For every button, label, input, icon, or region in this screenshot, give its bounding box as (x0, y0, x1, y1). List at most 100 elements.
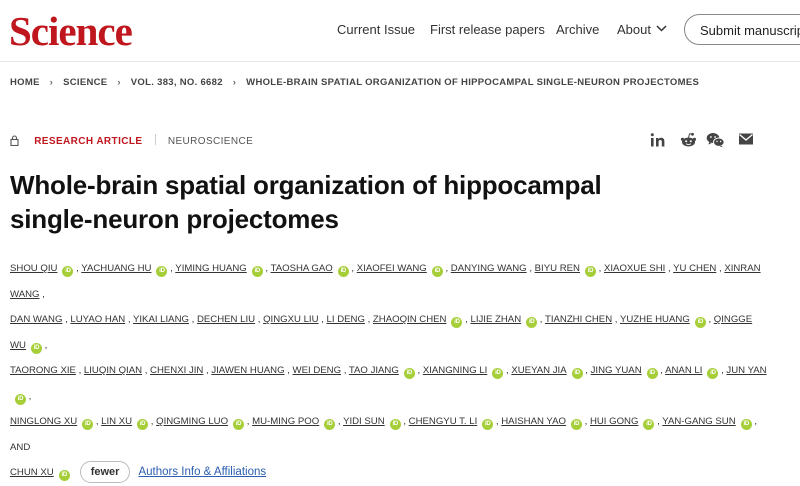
orcid-icon[interactable]: iD (389, 419, 401, 430)
author-name[interactable]: YUZHE HUANG (620, 314, 690, 325)
nav-archive[interactable]: Archive (556, 22, 599, 37)
comma-separator: , (39, 288, 45, 300)
comma-separator: , (348, 263, 357, 274)
author-name[interactable]: LIUQIN QIAN (84, 365, 142, 376)
orcid-icon[interactable]: iD (233, 419, 245, 430)
email-icon[interactable] (738, 132, 754, 146)
chevron-right-icon: › (117, 77, 121, 88)
subject-label[interactable]: NEUROSCIENCE (168, 136, 253, 147)
comma-separator: , (125, 314, 133, 325)
author-name[interactable]: NINGLONG XU (10, 416, 77, 427)
breadcrumb-home[interactable]: HOME (10, 77, 40, 88)
orcid-icon[interactable]: iD (571, 368, 583, 379)
comma-separator: , (335, 416, 344, 427)
orcid-icon[interactable]: iD (584, 266, 596, 277)
author-name[interactable]: TIANZHI CHEN (545, 314, 612, 325)
author-name[interactable]: YU CHEN (673, 263, 716, 274)
author-name[interactable]: TAO JIANG (349, 365, 399, 376)
linkedin-icon[interactable] (650, 132, 666, 148)
submit-manuscript-button[interactable]: Submit manuscript (684, 14, 800, 45)
orcid-icon[interactable]: iD (82, 419, 94, 430)
author-name[interactable]: TAORONG XIE (10, 365, 76, 376)
author-name[interactable]: MU-MING POO (252, 416, 319, 427)
article-title-line-1: Whole-brain spatial organization of hipp… (10, 170, 602, 200)
orcid-icon[interactable]: iD (431, 266, 443, 277)
author-name[interactable]: XIANGNING LI (423, 365, 488, 376)
orcid-icon[interactable]: iD (643, 419, 655, 430)
orcid-icon[interactable]: iD (646, 368, 658, 379)
author-list: SHOU QIU iD , YACHUANG HU iD , YIMING HUAN… (10, 256, 770, 486)
author-name[interactable]: CHENGYU T. LI (409, 416, 478, 427)
comma-separator: , (148, 416, 157, 427)
reddit-icon[interactable] (680, 132, 697, 148)
author-name[interactable]: QINGXU LIU (263, 314, 318, 325)
author-name[interactable]: YIMING HUANG (175, 263, 246, 274)
orcid-icon[interactable]: iD (492, 368, 504, 379)
comma-separator: , (582, 365, 591, 376)
orcid-icon[interactable]: iD (526, 317, 538, 328)
author-name[interactable]: XIAOXUE SHI (604, 263, 665, 274)
author-name[interactable]: JUN YAN (726, 365, 766, 376)
author-name[interactable]: SHOU QIU (10, 263, 57, 274)
author-name[interactable]: HAISHAN YAO (501, 416, 566, 427)
orcid-icon[interactable]: iD (324, 419, 336, 430)
orcid-icon[interactable]: iD (58, 470, 70, 481)
author-name[interactable]: XUEYAN JIA (511, 365, 566, 376)
author-name[interactable]: QINGMING LUO (156, 416, 228, 427)
orcid-icon[interactable]: iD (451, 317, 463, 328)
orcid-icon[interactable]: iD (30, 342, 42, 354)
orcid-icon[interactable]: iD (137, 419, 149, 430)
author-name[interactable]: DANYING WANG (451, 263, 527, 274)
author-name[interactable]: ANAN LI (665, 365, 702, 376)
author-name[interactable]: LIN XU (101, 416, 132, 427)
comma-separator: , (318, 314, 327, 325)
author-name[interactable]: JIAWEN HUANG (211, 365, 284, 376)
authors-info-affiliations-link[interactable]: Authors Info & Affiliations (138, 466, 266, 478)
orcid-icon[interactable]: iD (707, 368, 719, 379)
comma-separator: , (142, 365, 151, 376)
science-logo[interactable]: Science (9, 7, 133, 55)
orcid-icon[interactable]: iD (15, 393, 26, 405)
author-name[interactable]: XIAOFEI WANG (357, 263, 427, 274)
author-name[interactable]: CHUN XU (10, 467, 54, 478)
author-name[interactable]: YAN-GANG SUN (662, 416, 735, 427)
author-name[interactable]: DECHEN LIU (197, 314, 255, 325)
nav-first-release-papers[interactable]: First release papers (430, 22, 545, 37)
orcid-icon[interactable]: iD (740, 419, 752, 430)
breadcrumb-current-article: WHOLE-BRAIN SPATIAL ORGANIZATION OF HIPP… (246, 77, 700, 88)
author-name[interactable]: YIDI SUN (343, 416, 385, 427)
nav-current-issue[interactable]: Current Issue (337, 22, 415, 37)
comma-separator: , (654, 416, 663, 427)
comma-separator: , (400, 416, 409, 427)
comma-separator: , (93, 416, 102, 427)
author-name[interactable]: YACHUANG HU (81, 263, 151, 274)
author-name[interactable]: YIKAI LIANG (133, 314, 189, 325)
author-name[interactable]: LIJIE ZHAN (470, 314, 521, 325)
fewer-button[interactable]: fewer (79, 461, 131, 483)
author-name[interactable]: HUI GONG (590, 416, 639, 427)
orcid-icon[interactable]: iD (251, 266, 263, 277)
orcid-icon[interactable]: iD (62, 266, 74, 277)
author-name[interactable]: ZHAOQIN CHEN (373, 314, 447, 325)
orcid-icon[interactable]: iD (570, 419, 582, 430)
orcid-icon[interactable]: iD (156, 266, 168, 277)
author-name[interactable]: CHENXI JIN (150, 365, 203, 376)
orcid-icon[interactable]: iD (694, 317, 706, 328)
article-title: Whole-brain spatial organization of hipp… (10, 168, 710, 236)
author-name[interactable]: DAN WANG (10, 314, 62, 325)
breadcrumb-science[interactable]: SCIENCE (63, 77, 107, 88)
orcid-icon[interactable]: iD (337, 266, 349, 277)
chevron-right-icon: › (232, 77, 237, 88)
author-name[interactable]: BIYU REN (535, 263, 580, 274)
orcid-icon[interactable]: iD (482, 419, 494, 430)
breadcrumb-volume[interactable]: VOL. 383, NO. 6682 (131, 77, 223, 88)
nav-about[interactable]: About (617, 22, 667, 37)
author-name[interactable]: JING YUAN (591, 365, 642, 376)
author-row: DAN WANG , LUYAO HAN , YIKAI LIANG , DEC… (10, 307, 770, 358)
orcid-icon[interactable]: iD (403, 368, 415, 379)
author-name[interactable]: TAOSHA GAO (271, 263, 333, 274)
author-name[interactable]: LI DENG (327, 314, 365, 325)
author-name[interactable]: WEI DENG (293, 365, 342, 376)
author-name[interactable]: LUYAO HAN (70, 314, 125, 325)
wechat-icon[interactable] (706, 132, 725, 148)
